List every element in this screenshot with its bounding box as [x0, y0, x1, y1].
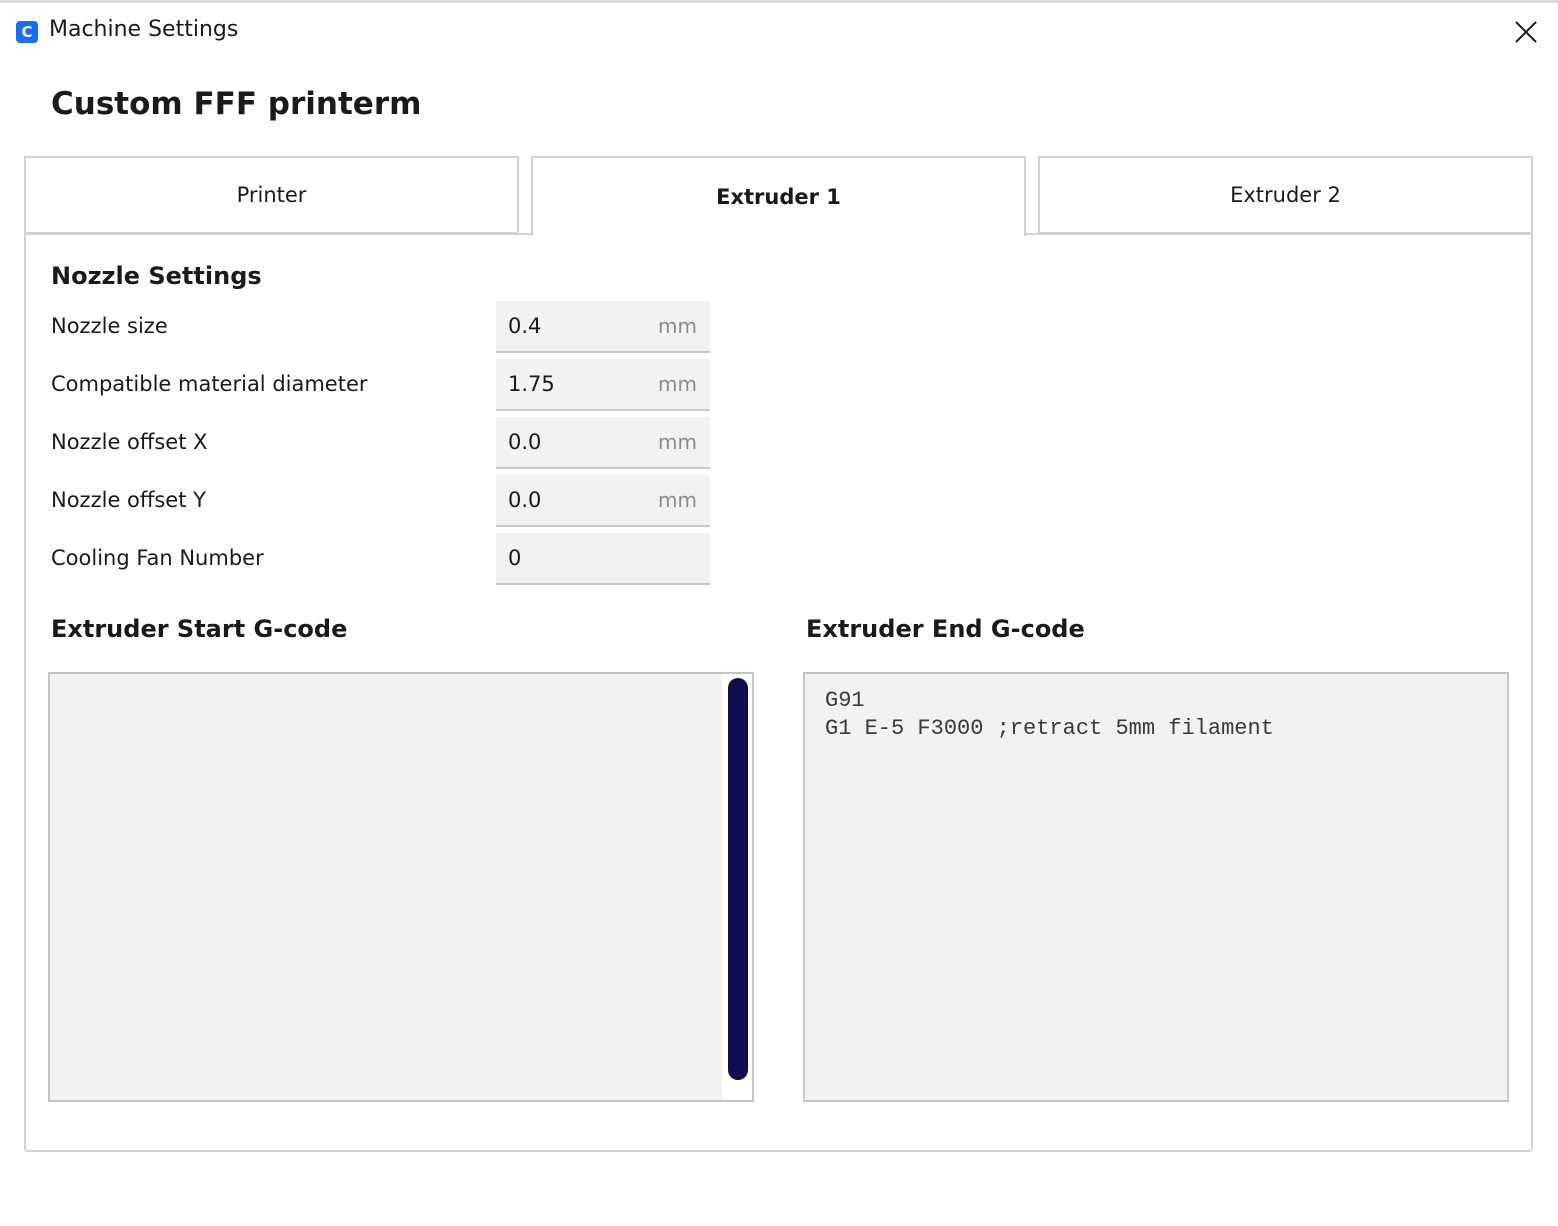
nozzle-offset-x-value: 0.0: [508, 430, 542, 454]
nozzle-size-unit: mm: [658, 314, 697, 338]
material-diameter-input[interactable]: 1.75 mm: [496, 359, 710, 411]
nozzle-offset-y-input[interactable]: 0.0 mm: [496, 475, 710, 527]
material-diameter-unit: mm: [658, 372, 697, 396]
active-tab-connector: [533, 231, 1024, 237]
end-gcode-editor[interactable]: G91 G1 E-5 F3000 ;retract 5mm filament: [803, 672, 1509, 1102]
nozzle-size-value: 0.4: [508, 314, 542, 338]
window-title: Machine Settings: [49, 17, 239, 42]
cooling-fan-input[interactable]: 0: [496, 533, 710, 585]
cooling-fan-value: 0: [508, 546, 522, 570]
title-bar: C Machine Settings: [0, 0, 1558, 62]
nozzle-offset-y-unit: mm: [658, 488, 697, 512]
start-gcode-scrollbar-thumb[interactable]: [728, 678, 748, 1080]
close-button[interactable]: [1506, 12, 1546, 52]
page-title: Custom FFF printerm: [51, 86, 422, 122]
cura-app-icon: C: [16, 21, 38, 43]
start-gcode-editor[interactable]: [48, 672, 754, 1102]
nozzle-offset-x-unit: mm: [658, 430, 697, 454]
tab-extruder-1[interactable]: Extruder 1: [531, 156, 1026, 236]
title-bar-top-edge: [0, 0, 1558, 3]
nozzle-offset-x-input[interactable]: 0.0 mm: [496, 417, 710, 469]
tab-extruder-2[interactable]: Extruder 2: [1038, 156, 1533, 234]
close-icon: [1515, 21, 1537, 43]
start-gcode-scrollbar[interactable]: [722, 674, 752, 1100]
nozzle-size-input[interactable]: 0.4 mm: [496, 301, 710, 353]
tab-printer[interactable]: Printer: [24, 156, 519, 234]
material-diameter-value: 1.75: [508, 372, 555, 396]
nozzle-offset-y-value: 0.0: [508, 488, 542, 512]
